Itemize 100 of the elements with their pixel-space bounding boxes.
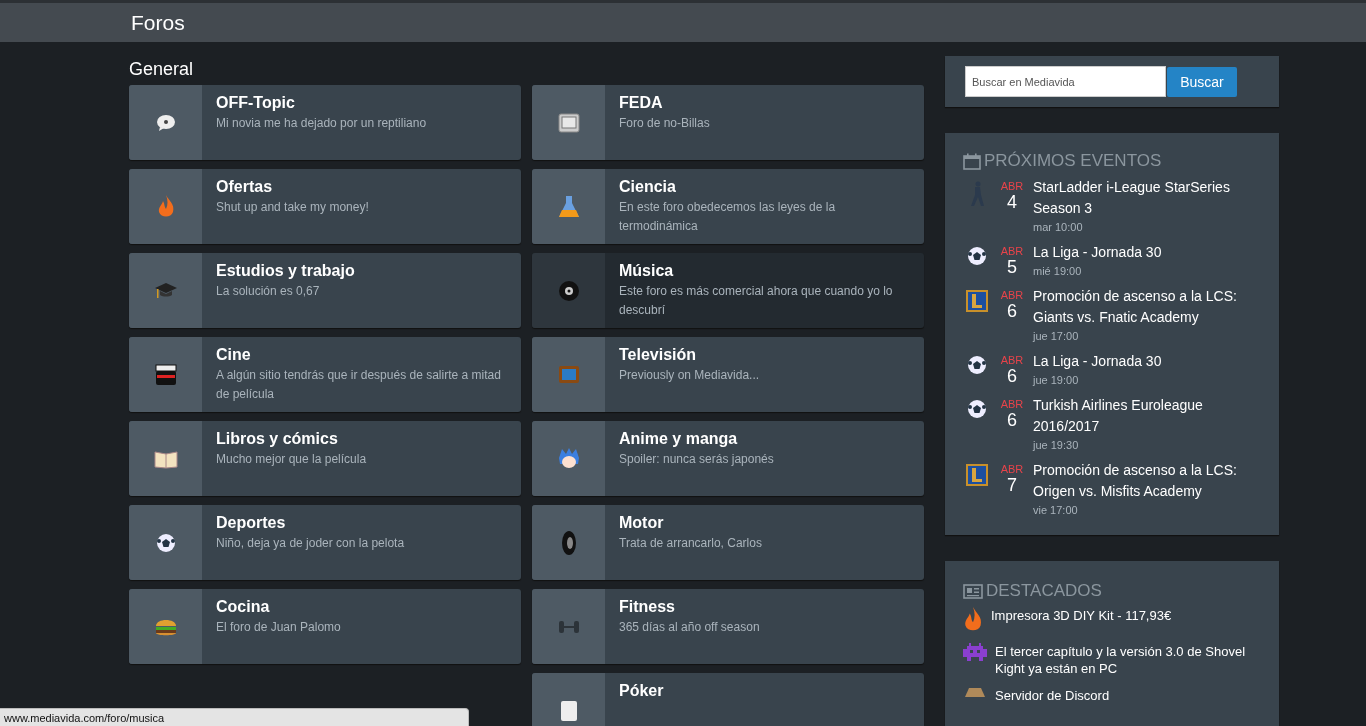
forum-title: Música <box>619 262 675 280</box>
forum-title: Fitness <box>619 598 676 616</box>
search-button[interactable]: Buscar <box>1167 66 1237 97</box>
forum-description: Foro de no-Billas <box>619 115 710 132</box>
event-month: ABR <box>1000 289 1024 301</box>
event-link[interactable]: La Liga - Jornada 30 <box>1033 242 1258 263</box>
section-title: General <box>129 59 195 79</box>
forum-card[interactable]: Cine A algún sitio tendrás que ir después de salirte a mitad de película <box>129 337 521 412</box>
forum-title: Estudios y trabajo <box>216 262 355 280</box>
forum-card[interactable]: Ofertas Shut up and take my money! <box>129 169 521 244</box>
calendar-icon <box>963 152 981 170</box>
forum-title: Póker <box>619 682 664 700</box>
search-field[interactable]: Buscar en Mediavida <box>965 66 1166 97</box>
graduation-cap-icon <box>153 281 178 300</box>
event-link[interactable]: StarLadder i-League StarSeries Season 3 <box>1033 177 1258 219</box>
event-link[interactable]: Turkish Airlines Euroleague 2016/2017 <box>1033 395 1258 437</box>
event-month: ABR <box>1000 398 1024 410</box>
event-time: jue 17:00 <box>1033 329 1080 344</box>
forum-card[interactable]: Deportes Niño, deja ya de joder con la pelota <box>129 505 521 580</box>
dumbbell-icon <box>556 618 581 635</box>
forum-description: A algún sitio tendrás que ir después de salirte a mitad de película <box>216 367 502 403</box>
forum-card[interactable]: OFF-Topic Mi novia me ha dejado por un reptiliano <box>129 85 521 160</box>
flask-icon <box>557 194 580 219</box>
forum-title: Anime y manga <box>619 430 739 448</box>
event-month: ABR <box>1000 354 1024 366</box>
forum-card[interactable]: Anime y manga Spoiler: nunca serás japonés <box>532 421 924 496</box>
event-time: mar 10:00 <box>1033 220 1084 235</box>
anime-face-icon <box>557 447 580 470</box>
forum-title: Deportes <box>216 514 287 532</box>
forum-card[interactable]: Estudios y trabajo La solución es 0,67 <box>129 253 521 328</box>
event-day: 4 <box>1007 192 1017 212</box>
event-time: vie 17:00 <box>1033 503 1079 518</box>
forum-title: Televisión <box>619 346 698 364</box>
forum-description: Mi novia me ha dejado por un reptiliano <box>216 115 427 132</box>
forum-title: FEDA <box>619 94 664 112</box>
flame-icon <box>156 194 175 219</box>
forum-description: En este foro obedecemos las leyes de la termodinámica <box>619 199 837 235</box>
forum-title: Ofertas <box>216 178 274 196</box>
speech-bubble-icon <box>155 113 176 132</box>
event-link[interactable]: Promoción de ascenso a la LCS: Giants vs. Fnatic Academy <box>1033 286 1258 328</box>
event-month: ABR <box>1000 180 1024 192</box>
panel-title: PRÓXIMOS EVENTOS <box>984 151 1162 171</box>
forum-description: Niño, deja ya de joder con la pelota <box>216 535 405 552</box>
event-month: ABR <box>1000 463 1024 475</box>
card-icon <box>559 699 578 722</box>
forum-title: Cine <box>216 346 252 364</box>
forum-description: Mucho mejor que la película <box>216 451 367 468</box>
status-url: www.mediavida.com/foro/musica <box>4 711 165 724</box>
event-day: 6 <box>1007 410 1017 430</box>
forum-title: Ciencia <box>619 178 677 196</box>
shield-icon <box>966 290 988 312</box>
event-day: 7 <box>1007 475 1017 495</box>
forum-card[interactable]: Televisión Previously on Mediavida... <box>532 337 924 412</box>
soccer-ball-icon <box>155 532 176 553</box>
forum-card[interactable]: Cocina El foro de Juan Palomo <box>129 589 521 664</box>
forum-description: La solución es 0,67 <box>216 283 321 300</box>
forum-description: Shut up and take my money! <box>216 199 369 216</box>
event-time: mié 19:00 <box>1033 264 1083 279</box>
event-time: jue 19:30 <box>1033 438 1080 453</box>
soccer-ball-icon <box>967 355 987 375</box>
soccer-ball-icon <box>967 399 987 419</box>
event-day: 6 <box>1007 301 1017 321</box>
event-link[interactable]: La Liga - Jornada 30 <box>1033 351 1258 372</box>
forum-card[interactable]: Libros y cómics Mucho mejor que la película <box>129 421 521 496</box>
clapperboard-icon <box>154 363 177 386</box>
forum-description: El foro de Juan Palomo <box>216 619 341 636</box>
event-day: 6 <box>1007 366 1017 386</box>
tire-icon <box>560 529 577 556</box>
event-day: 5 <box>1007 257 1017 277</box>
forum-description: Previously on Mediavida... <box>619 367 760 384</box>
forum-description: Trata de arrancarlo, Carlos <box>619 535 762 552</box>
forum-card[interactable]: Música Este foro es más comercial ahora que cuando yo lo descubrí <box>532 253 924 328</box>
featured-link[interactable]: Servidor de Discord <box>995 687 1257 704</box>
featured-link[interactable]: Impresora 3D DIY Kit - 117,93€ <box>991 607 1253 624</box>
key-icon <box>557 112 580 133</box>
invader-icon <box>963 643 987 661</box>
forum-title: Cocina <box>216 598 271 616</box>
event-link[interactable]: Promoción de ascenso a la LCS: Origen vs. Misfits Academy <box>1033 460 1258 502</box>
vinyl-record-icon <box>557 279 580 302</box>
featured-link[interactable]: El tercer capítulo y la versión 3.0 de Shovel Kight ya están en PC <box>995 643 1257 677</box>
forum-title: Libros y cómics <box>216 430 339 448</box>
forum-card[interactable]: Motor Trata de arrancarlo, Carlos <box>532 505 924 580</box>
event-time: jue 19:00 <box>1033 373 1080 388</box>
forum-title: Motor <box>619 514 665 532</box>
forum-card[interactable]: Póker <box>532 673 924 726</box>
forum-description: Spoiler: nunca serás japonés <box>619 451 774 468</box>
forum-title: OFF-Topic <box>216 94 296 112</box>
newspaper-icon <box>963 583 983 599</box>
panel-title: DESTACADOS <box>986 581 1102 601</box>
forum-card[interactable]: Ciencia En este foro obedecemos las leyes de la termodinámica <box>532 169 924 244</box>
book-icon <box>153 448 178 469</box>
forum-card[interactable]: FEDA Foro de no-Billas <box>532 85 924 160</box>
page-title: Foros <box>131 10 185 34</box>
television-icon <box>557 364 580 385</box>
soccer-ball-icon <box>967 246 987 266</box>
forum-description: 365 días al año off season <box>619 619 760 636</box>
forum-card[interactable]: Fitness 365 días al año off season <box>532 589 924 664</box>
forum-description: Este foro es más comercial ahora que cuando yo lo descubrí <box>619 283 894 319</box>
shield-icon <box>966 464 988 486</box>
flame-icon <box>963 607 983 633</box>
